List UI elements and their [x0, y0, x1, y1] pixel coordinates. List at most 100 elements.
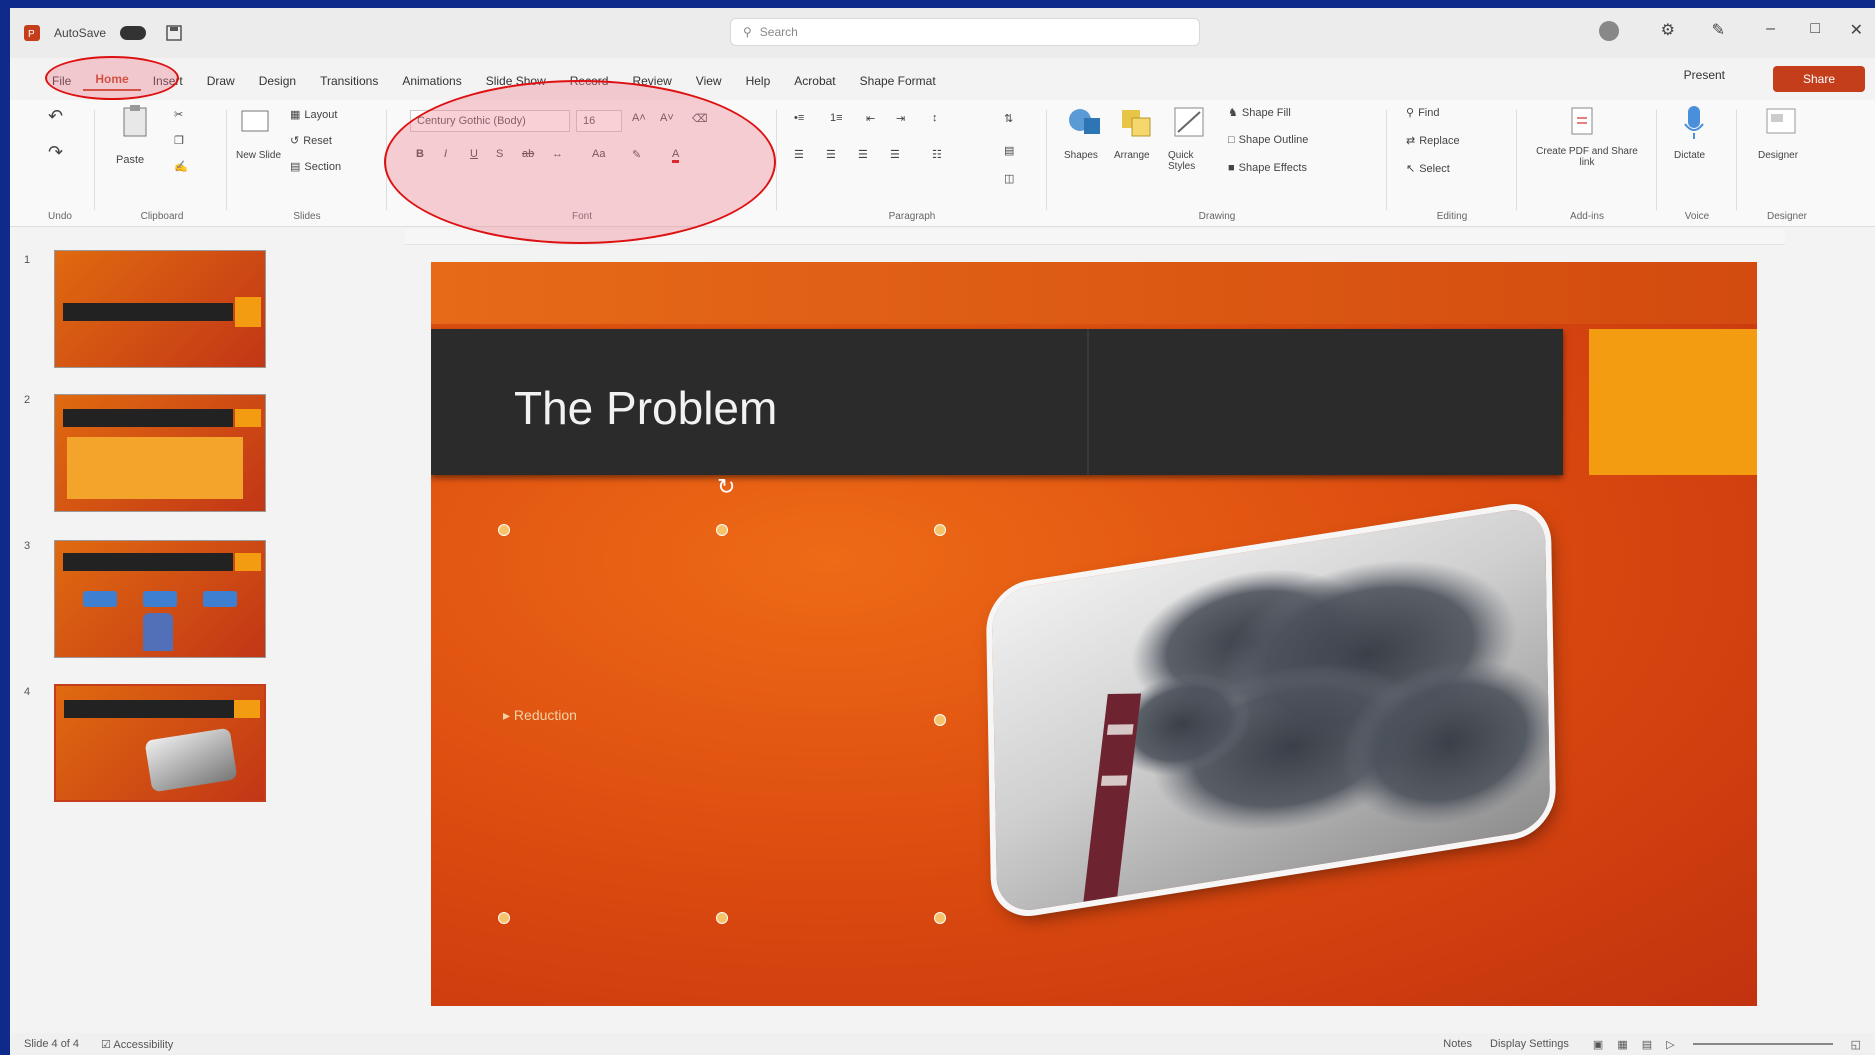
- tab-help[interactable]: Help: [734, 74, 783, 88]
- reading-view-icon[interactable]: ▤: [1642, 1038, 1652, 1051]
- avatar[interactable]: [1598, 20, 1620, 47]
- microphone-icon[interactable]: [1682, 104, 1706, 142]
- font-name-select[interactable]: Century Gothic (Body): [410, 110, 570, 132]
- selection-handle[interactable]: [716, 912, 728, 924]
- redo-icon[interactable]: ↷: [48, 142, 63, 163]
- align-center-icon[interactable]: ☰: [826, 148, 836, 161]
- shape-effects-button[interactable]: ■ Shape Effects: [1228, 162, 1307, 174]
- slide-thumbnail-4[interactable]: [54, 684, 266, 802]
- smokestack-photo[interactable]: [991, 504, 1551, 916]
- tab-view[interactable]: View: [684, 74, 734, 88]
- normal-view-icon[interactable]: ▣: [1593, 1038, 1603, 1051]
- underline-button[interactable]: U: [470, 148, 478, 160]
- slide-thumbnail-1[interactable]: [54, 250, 266, 368]
- content-bullet[interactable]: ▸ Reduction: [503, 707, 577, 724]
- tab-design[interactable]: Design: [247, 74, 308, 88]
- selection-handle[interactable]: [716, 524, 728, 536]
- decrease-indent-icon[interactable]: ⇤: [866, 112, 875, 125]
- clear-formatting-icon[interactable]: ⌫: [692, 112, 708, 125]
- quick-styles-button[interactable]: [1172, 104, 1206, 140]
- select-button[interactable]: ↖ Select: [1406, 162, 1450, 176]
- paste-button[interactable]: [120, 104, 152, 138]
- font-size-select[interactable]: 16: [576, 110, 622, 132]
- tab-acrobat[interactable]: Acrobat: [782, 74, 847, 88]
- reset-button[interactable]: ↺ Reset: [290, 134, 332, 148]
- text-direction-icon[interactable]: ⇅: [1004, 112, 1013, 125]
- change-case-icon[interactable]: Aa: [592, 148, 605, 160]
- copy-icon[interactable]: ❐: [174, 134, 184, 147]
- tab-file[interactable]: File: [40, 74, 83, 88]
- align-left-icon[interactable]: ☰: [794, 148, 804, 161]
- align-text-icon[interactable]: ▤: [1004, 144, 1014, 157]
- slide-thumbnail-2[interactable]: [54, 394, 266, 512]
- character-spacing-icon[interactable]: ↔: [552, 148, 563, 160]
- decrease-font-size-icon[interactable]: A˅: [660, 112, 674, 124]
- bold-button[interactable]: B: [416, 148, 424, 160]
- selection-handle[interactable]: [498, 524, 510, 536]
- selection-handle[interactable]: [934, 912, 946, 924]
- search-input[interactable]: ⚲ Search: [730, 18, 1200, 46]
- arrange-button[interactable]: [1118, 104, 1154, 140]
- tab-home[interactable]: Home: [83, 72, 141, 91]
- selection-handle[interactable]: [934, 714, 946, 726]
- save-icon[interactable]: [166, 25, 182, 41]
- replace-button[interactable]: ⇄ Replace: [1406, 134, 1460, 148]
- increase-indent-icon[interactable]: ⇥: [896, 112, 905, 125]
- undo-icon[interactable]: ↶: [48, 106, 63, 127]
- selection-handle[interactable]: [498, 912, 510, 924]
- tab-review[interactable]: Review: [620, 74, 683, 88]
- tab-record[interactable]: Record: [558, 74, 621, 88]
- zoom-slider[interactable]: [1692, 1043, 1833, 1045]
- find-button[interactable]: ⚲ Find: [1406, 106, 1439, 120]
- share-button[interactable]: Share: [1773, 66, 1865, 92]
- shapes-button[interactable]: [1066, 104, 1104, 140]
- title-placeholder[interactable]: The Problem: [431, 329, 1563, 475]
- slideshow-icon[interactable]: ▷: [1666, 1038, 1674, 1051]
- format-painter-icon[interactable]: ✍: [174, 160, 188, 173]
- shape-fill-button[interactable]: ♞ Shape Fill: [1228, 106, 1291, 120]
- pen-icon[interactable]: ✎: [1712, 20, 1725, 40]
- designer-icon[interactable]: [1764, 106, 1798, 138]
- settings-icon[interactable]: ⚙: [1661, 20, 1675, 40]
- cut-icon[interactable]: ✂: [174, 108, 183, 121]
- new-slide-button[interactable]: [240, 108, 270, 136]
- bullets-icon[interactable]: •≡: [794, 112, 804, 124]
- minimize-icon[interactable]: –: [1766, 20, 1775, 38]
- layout-button[interactable]: ▦ Layout: [290, 108, 337, 122]
- tab-draw[interactable]: Draw: [195, 74, 247, 88]
- line-spacing-icon[interactable]: ↕: [932, 112, 938, 124]
- tab-slide-show[interactable]: Slide Show: [474, 74, 558, 88]
- font-color-icon[interactable]: A: [672, 148, 680, 163]
- numbering-icon[interactable]: 1≡: [830, 112, 843, 124]
- slide-title[interactable]: The Problem: [514, 381, 777, 435]
- maximize-icon[interactable]: □: [1810, 20, 1820, 38]
- justify-icon[interactable]: ☰: [890, 148, 900, 161]
- notes-button[interactable]: Notes: [1443, 1038, 1472, 1050]
- align-right-icon[interactable]: ☰: [858, 148, 868, 161]
- slide-thumbnail-3[interactable]: [54, 540, 266, 658]
- present-button[interactable]: Present: [1684, 68, 1725, 82]
- highlight-icon[interactable]: ✎: [632, 148, 641, 161]
- selection-handle[interactable]: [934, 524, 946, 536]
- shape-outline-button[interactable]: □ Shape Outline: [1228, 134, 1308, 146]
- slide-canvas[interactable]: The Problem ↻ ▸ Reduction: [431, 262, 1757, 1006]
- strikethrough-button[interactable]: ab: [522, 148, 534, 160]
- create-pdf-icon[interactable]: [1568, 106, 1598, 138]
- shadow-button[interactable]: S: [496, 148, 503, 160]
- columns-icon[interactable]: ☷: [932, 148, 942, 161]
- accessibility-button[interactable]: ☑ Accessibility: [101, 1038, 173, 1051]
- section-button[interactable]: ▤ Section: [290, 160, 341, 174]
- italic-button[interactable]: I: [444, 148, 447, 160]
- display-settings-button[interactable]: Display Settings: [1490, 1038, 1569, 1050]
- rotate-handle-icon[interactable]: ↻: [717, 474, 735, 500]
- tab-insert[interactable]: Insert: [141, 74, 195, 88]
- tab-transitions[interactable]: Transitions: [308, 74, 390, 88]
- fit-slide-icon[interactable]: ◱: [1851, 1038, 1861, 1051]
- autosave-toggle[interactable]: [120, 26, 147, 40]
- increase-font-size-icon[interactable]: A˄: [632, 112, 646, 124]
- smartart-icon[interactable]: ◫: [1004, 172, 1014, 185]
- slide-sorter-icon[interactable]: ▦: [1617, 1038, 1627, 1051]
- close-icon[interactable]: ✕: [1850, 20, 1863, 40]
- tab-shape-format[interactable]: Shape Format: [848, 74, 948, 88]
- tab-animations[interactable]: Animations: [390, 74, 473, 88]
